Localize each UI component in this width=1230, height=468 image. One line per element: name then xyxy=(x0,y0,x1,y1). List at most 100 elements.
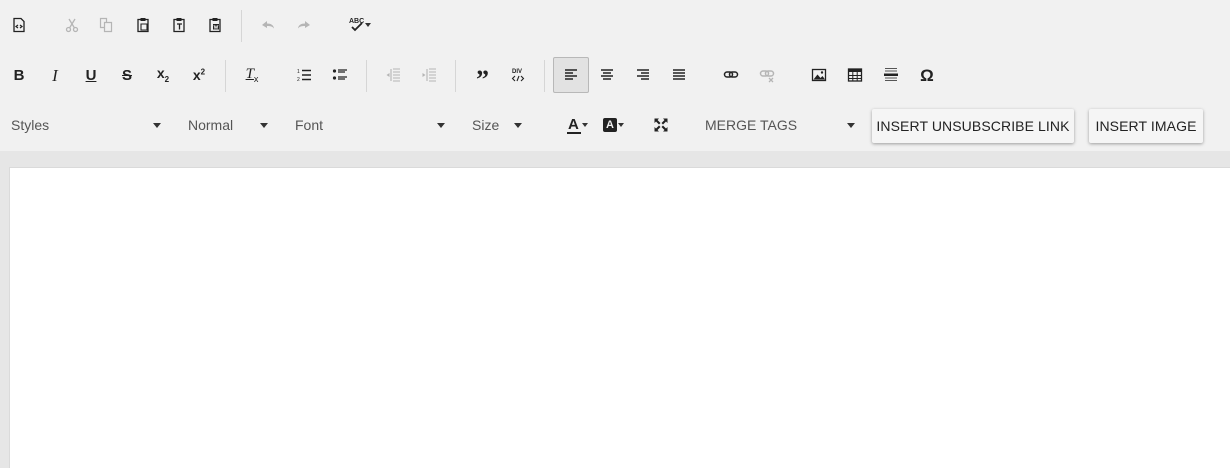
merge-tags-label: MERGE TAGS xyxy=(705,117,798,133)
spellcheck-button[interactable]: ABC xyxy=(340,8,376,42)
bold-button[interactable]: B xyxy=(2,58,36,92)
blockquote-button[interactable]: ” xyxy=(465,58,499,94)
editor-content-area[interactable] xyxy=(9,167,1230,468)
superscript-base: x xyxy=(192,67,201,83)
create-div-label: DIV xyxy=(512,69,522,75)
toolbar-row-styles: Styles Normal Font Size A A MERGE TAGS I… xyxy=(0,100,1230,150)
svg-text:2: 2 xyxy=(297,77,300,83)
copy-icon xyxy=(99,17,113,33)
special-character-button[interactable]: Ω xyxy=(910,58,944,92)
paste-button[interactable] xyxy=(126,8,160,42)
remove-format-button[interactable]: Tx xyxy=(235,58,269,92)
toolbar-row-formatting: B I U S x2 x2 Tx 1 2 ” DIV Ω xyxy=(0,50,1230,100)
underline-button[interactable]: U xyxy=(74,58,108,92)
cut-button[interactable] xyxy=(55,8,89,42)
bold-icon: B xyxy=(13,66,25,84)
styles-dropdown-label: Styles xyxy=(11,117,50,133)
size-dropdown-label: Size xyxy=(472,117,500,133)
decrease-indent-button[interactable] xyxy=(376,58,410,92)
italic-icon: I xyxy=(52,65,58,85)
superscript-index: 2 xyxy=(200,67,206,77)
styles-dropdown[interactable]: Styles xyxy=(11,110,161,140)
subscript-base: x xyxy=(156,65,165,82)
horizontal-rule-button[interactable] xyxy=(874,58,908,92)
insert-unsubscribe-link-button[interactable]: INSERT UNSUBSCRIBE LINK xyxy=(872,109,1074,143)
justify-button[interactable] xyxy=(662,58,696,92)
create-div-button[interactable]: DIV xyxy=(501,58,535,92)
align-right-button[interactable] xyxy=(626,58,660,92)
background-color-button[interactable]: A xyxy=(594,108,626,142)
link-icon xyxy=(723,71,739,78)
bulleted-list-icon xyxy=(332,69,347,80)
insert-image-button[interactable]: INSERT IMAGE xyxy=(1089,109,1203,143)
chevron-down-icon xyxy=(514,122,522,128)
spellcheck-dropdown-icon xyxy=(365,23,371,27)
chevron-down-icon xyxy=(437,122,445,128)
text-color-dropdown-icon xyxy=(582,123,588,127)
unlink-button[interactable] xyxy=(750,58,784,92)
text-color-letter: A xyxy=(568,116,579,133)
cut-icon xyxy=(65,18,79,33)
text-color-button[interactable]: A xyxy=(558,108,590,142)
toolbar-separator xyxy=(366,60,367,92)
copy-button[interactable] xyxy=(89,8,123,42)
source-button[interactable] xyxy=(2,8,36,42)
rich-text-editor: ABC B I U S x2 x2 Tx 1 2 ” DIV Ω Styles … xyxy=(0,0,1230,468)
text-color-icon: A xyxy=(567,116,581,134)
align-right-icon xyxy=(637,69,649,80)
redo-icon xyxy=(298,21,310,29)
maximize-button[interactable] xyxy=(644,108,678,142)
strikethrough-button[interactable]: S xyxy=(110,58,144,92)
font-dropdown[interactable]: Font xyxy=(295,110,445,140)
paste-word-icon xyxy=(209,18,221,33)
editor-toolbar: ABC B I U S x2 x2 Tx 1 2 ” DIV Ω Styles … xyxy=(0,0,1230,151)
merge-tags-dropdown[interactable]: MERGE TAGS xyxy=(705,110,855,140)
blockquote-icon: ” xyxy=(476,65,489,94)
outdent-icon xyxy=(386,68,400,82)
align-center-button[interactable] xyxy=(590,58,624,92)
paste-text-button[interactable] xyxy=(162,8,196,42)
chevron-down-icon xyxy=(260,122,268,128)
size-dropdown[interactable]: Size xyxy=(472,110,522,140)
redo-button[interactable] xyxy=(287,8,321,42)
toolbar-separator xyxy=(241,10,242,42)
indent-icon xyxy=(422,68,436,82)
background-color-icon: A xyxy=(603,118,617,132)
paste-text-icon xyxy=(173,18,185,33)
remove-format-icon: Tx xyxy=(245,65,259,84)
align-left-button[interactable] xyxy=(553,57,589,93)
text-color-swatch xyxy=(567,132,581,134)
omega-icon: Ω xyxy=(920,65,934,85)
format-dropdown-label: Normal xyxy=(188,117,234,133)
subscript-icon: x2 xyxy=(157,66,169,84)
paste-word-button[interactable] xyxy=(198,8,232,42)
image-button[interactable] xyxy=(802,58,836,92)
subscript-index: 2 xyxy=(164,74,170,84)
align-center-icon xyxy=(601,69,613,80)
numbered-list-button[interactable]: 1 2 xyxy=(287,58,321,92)
superscript-icon: x2 xyxy=(193,68,205,82)
chevron-down-icon xyxy=(847,122,855,128)
toolbar-separator xyxy=(225,60,226,92)
svg-text:1: 1 xyxy=(297,69,300,75)
remove-format-sub: x xyxy=(253,73,259,84)
link-button[interactable] xyxy=(714,58,748,92)
italic-button[interactable]: I xyxy=(38,58,72,92)
horizontal-rule-icon xyxy=(884,68,898,81)
numbered-list-icon: 1 2 xyxy=(297,69,311,83)
subscript-button[interactable]: x2 xyxy=(146,58,180,92)
superscript-button[interactable]: x2 xyxy=(182,58,216,92)
table-button[interactable] xyxy=(838,58,872,92)
increase-indent-button[interactable] xyxy=(412,58,446,92)
bulleted-list-button[interactable] xyxy=(323,58,357,92)
toolbar-row-clipboard: ABC xyxy=(0,0,1230,50)
format-dropdown[interactable]: Normal xyxy=(188,110,268,140)
remove-format-letter: T xyxy=(245,65,254,82)
undo-icon xyxy=(262,21,274,29)
strikethrough-icon: S xyxy=(121,66,132,84)
unlink-icon xyxy=(759,70,775,83)
background-color-dropdown-icon xyxy=(618,123,624,127)
maximize-icon xyxy=(654,118,668,132)
align-left-icon xyxy=(565,69,577,80)
undo-button[interactable] xyxy=(251,8,285,42)
